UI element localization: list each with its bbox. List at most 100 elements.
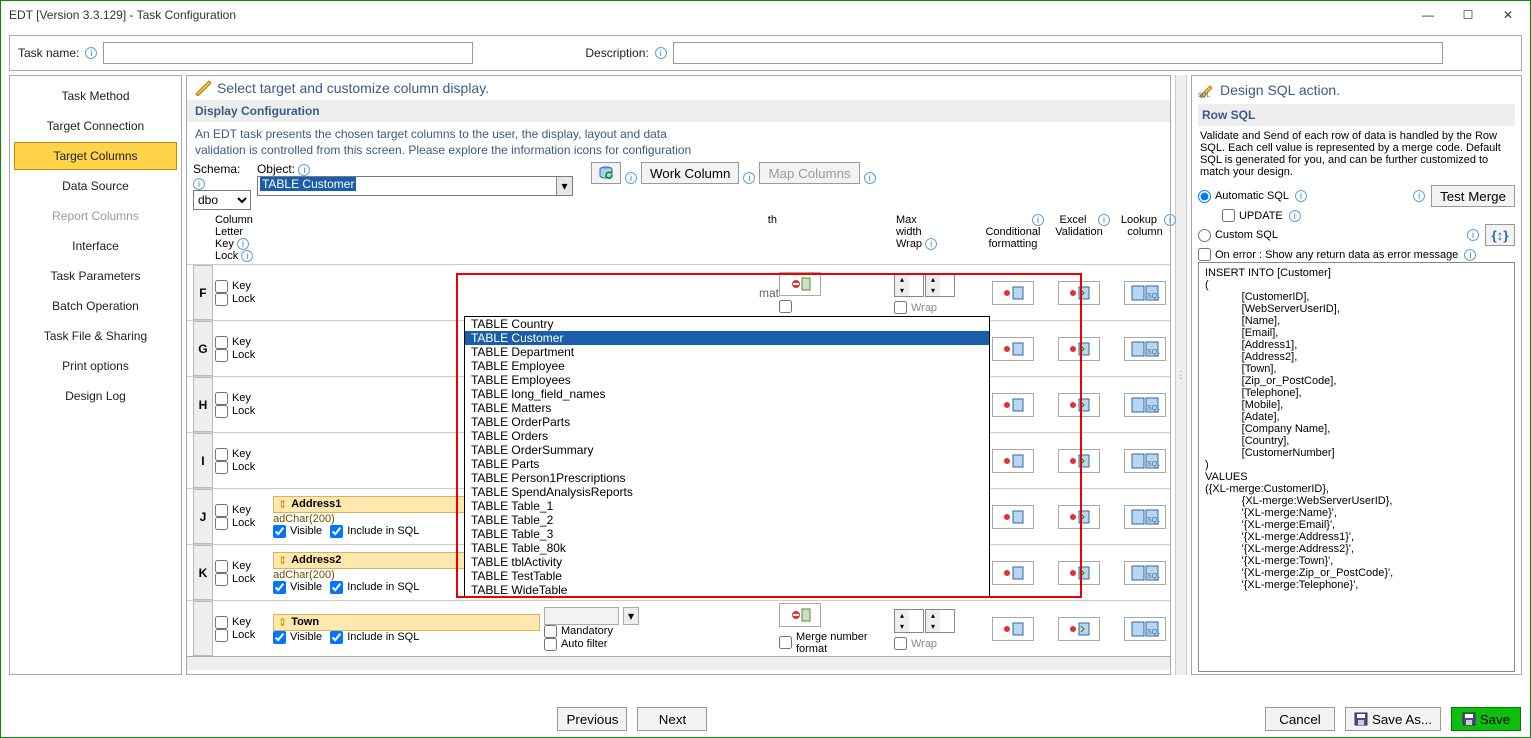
- object-option[interactable]: TABLE Department: [465, 345, 989, 359]
- object-option[interactable]: TABLE long_field_names: [465, 387, 989, 401]
- mandatory-checkbox[interactable]: Mandatory: [544, 625, 779, 638]
- sidebar-item-print-options[interactable]: Print options: [14, 352, 177, 380]
- maximize-button[interactable]: ☐: [1448, 3, 1488, 27]
- sql-editor[interactable]: INSERT INTO [Customer] ( [CustomerID], […: [1198, 262, 1515, 672]
- conditional-formatting-button[interactable]: [992, 449, 1034, 473]
- task-name-input[interactable]: [103, 42, 473, 64]
- lock-checkbox[interactable]: Lock: [215, 293, 267, 306]
- object-option[interactable]: TABLE Country: [465, 317, 989, 331]
- excel-validation-button[interactable]: [1058, 505, 1100, 529]
- braces-button[interactable]: {↕}: [1485, 224, 1515, 246]
- object-option[interactable]: TABLE Table_3: [465, 527, 989, 541]
- object-option[interactable]: TABLE Table_2: [465, 513, 989, 527]
- previous-button[interactable]: Previous: [557, 707, 627, 731]
- excel-validation-button[interactable]: [1058, 617, 1100, 641]
- key-checkbox[interactable]: Key: [215, 448, 267, 461]
- include-sql-checkbox[interactable]: Include in SQL: [330, 581, 419, 594]
- info-icon[interactable]: i: [1289, 210, 1301, 222]
- field-name-box[interactable]: ⇕ Town: [273, 614, 540, 631]
- info-icon[interactable]: i: [625, 172, 637, 184]
- key-checkbox[interactable]: Key: [215, 336, 267, 349]
- reorder-icon[interactable]: ⇕: [278, 554, 287, 567]
- chevron-down-icon[interactable]: ▾: [556, 177, 572, 195]
- object-option[interactable]: TABLE Parts: [465, 457, 989, 471]
- reorder-icon[interactable]: ⇕: [278, 616, 287, 629]
- lookup-column-button[interactable]: SQL: [1124, 281, 1166, 305]
- info-icon[interactable]: i: [85, 47, 97, 59]
- conditional-formatting-button[interactable]: [992, 337, 1034, 361]
- visible-checkbox[interactable]: Visible: [273, 525, 322, 538]
- key-checkbox[interactable]: Key: [215, 392, 267, 405]
- chevron-down-icon[interactable]: ▾: [623, 607, 639, 625]
- auto-filter-checkbox[interactable]: Auto filter: [544, 638, 779, 651]
- work-column-button[interactable]: Work Column: [641, 162, 739, 184]
- width-stepper[interactable]: ▴▾: [894, 273, 924, 297]
- format-button[interactable]: [779, 603, 821, 627]
- sidebar-item-data-source[interactable]: Data Source: [14, 172, 177, 200]
- lock-checkbox[interactable]: Lock: [215, 461, 267, 474]
- info-icon[interactable]: i: [241, 250, 253, 262]
- description-input[interactable]: [673, 42, 1443, 64]
- save-as-button[interactable]: Save As...: [1345, 707, 1441, 731]
- wrap-checkbox[interactable]: [894, 301, 907, 314]
- object-option[interactable]: TABLE Employee: [465, 359, 989, 373]
- object-option[interactable]: TABLE Person1Prescriptions: [465, 471, 989, 485]
- sidebar-item-target-columns[interactable]: Target Columns: [14, 142, 177, 170]
- format-button[interactable]: [779, 272, 821, 296]
- splitter-handle[interactable]: ⋮: [1175, 75, 1187, 675]
- expression-box[interactable]: [544, 607, 619, 625]
- excel-validation-button[interactable]: [1058, 449, 1100, 473]
- conditional-formatting-button[interactable]: [992, 617, 1034, 641]
- conditional-formatting-button[interactable]: [992, 505, 1034, 529]
- merge-num-checkbox[interactable]: [779, 636, 792, 649]
- visible-checkbox[interactable]: Visible: [273, 631, 322, 644]
- info-icon[interactable]: i: [1295, 190, 1307, 202]
- key-checkbox[interactable]: Key: [215, 616, 267, 629]
- info-icon[interactable]: i: [298, 164, 310, 176]
- lookup-column-button[interactable]: SQL: [1124, 393, 1166, 417]
- info-icon[interactable]: i: [1464, 249, 1476, 261]
- object-option[interactable]: TABLE Matters: [465, 401, 989, 415]
- conditional-formatting-button[interactable]: [992, 561, 1034, 585]
- object-option[interactable]: TABLE TestTable: [465, 569, 989, 583]
- custom-sql-radio[interactable]: Custom SQL: [1198, 229, 1278, 242]
- lookup-column-button[interactable]: SQL: [1124, 337, 1166, 361]
- visible-checkbox[interactable]: Visible: [273, 581, 322, 594]
- wrap-checkbox[interactable]: [894, 637, 907, 650]
- lock-checkbox[interactable]: Lock: [215, 349, 267, 362]
- sidebar-item-task-method[interactable]: Task Method: [14, 82, 177, 110]
- include-sql-checkbox[interactable]: Include in SQL: [330, 525, 419, 538]
- schema-select[interactable]: dbo: [193, 190, 251, 210]
- object-option[interactable]: TABLE WideTable: [465, 583, 989, 597]
- sidebar-item-report-columns[interactable]: Report Columns: [14, 202, 177, 230]
- automatic-sql-radio[interactable]: Automatic SQL: [1198, 190, 1289, 203]
- refresh-button[interactable]: [591, 162, 621, 184]
- test-merge-button[interactable]: Test Merge: [1431, 185, 1515, 207]
- excel-validation-button[interactable]: [1058, 393, 1100, 417]
- sidebar-item-interface[interactable]: Interface: [14, 232, 177, 260]
- object-option[interactable]: TABLE Table_1: [465, 499, 989, 513]
- save-button[interactable]: Save: [1451, 707, 1521, 731]
- merge-num-checkbox[interactable]: [779, 300, 792, 313]
- object-option[interactable]: TABLE Table_80k: [465, 541, 989, 555]
- width-stepper-2[interactable]: ▴▾: [925, 609, 955, 633]
- info-icon[interactable]: i: [1032, 214, 1044, 226]
- lookup-column-button[interactable]: SQL: [1124, 505, 1166, 529]
- key-checkbox[interactable]: Key: [215, 504, 267, 517]
- reorder-icon[interactable]: ⇕: [278, 498, 287, 511]
- horizontal-scrollbar[interactable]: [187, 656, 1170, 670]
- lock-checkbox[interactable]: Lock: [215, 629, 267, 642]
- info-icon[interactable]: i: [743, 172, 755, 184]
- lock-checkbox[interactable]: Lock: [215, 517, 267, 530]
- next-button[interactable]: Next: [637, 707, 707, 731]
- object-option[interactable]: TABLE SpendAnalysisReports: [465, 485, 989, 499]
- excel-validation-button[interactable]: [1058, 561, 1100, 585]
- sidebar-item-task-file-sharing[interactable]: Task File & Sharing: [14, 322, 177, 350]
- lock-checkbox[interactable]: Lock: [215, 405, 267, 418]
- excel-validation-button[interactable]: [1058, 337, 1100, 361]
- object-option[interactable]: TABLE OrderParts: [465, 415, 989, 429]
- info-icon[interactable]: i: [193, 178, 205, 190]
- width-stepper[interactable]: ▴▾: [894, 609, 924, 633]
- object-option[interactable]: TABLE tblActivity: [465, 555, 989, 569]
- object-option[interactable]: TABLE Customer: [465, 331, 989, 345]
